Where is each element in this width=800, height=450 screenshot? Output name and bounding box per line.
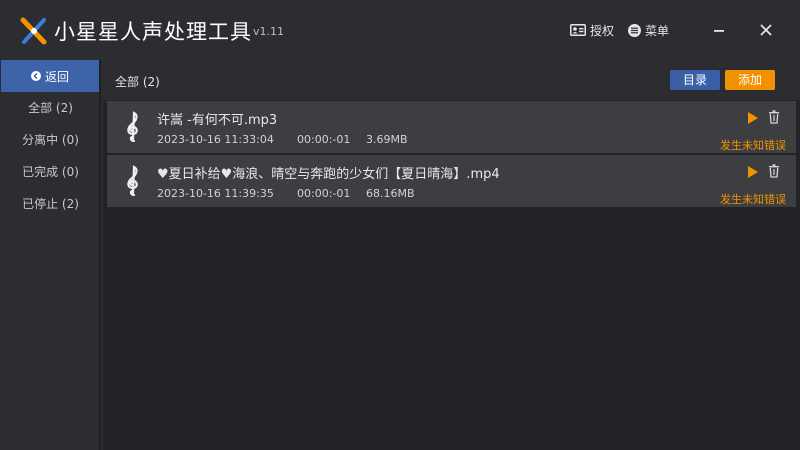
authorize-button[interactable]: 授权 — [570, 21, 614, 39]
file-size: 3.69MB — [366, 133, 408, 146]
app-title: 小星星人声处理工具 — [54, 20, 252, 44]
menu-button[interactable]: 菜单 — [628, 21, 669, 39]
file-date: 2023-10-16 11:39:35 — [157, 187, 274, 200]
sidebar-item-stopped[interactable]: 已停止 (2) — [0, 194, 101, 214]
play-icon[interactable] — [747, 166, 759, 178]
menu-label: 菜单 — [645, 23, 670, 38]
file-row[interactable]: ♥夏日补给♥海浪、晴空与奔跑的少女们【夏日晴海】.mp4 2023-10-16 … — [107, 155, 796, 207]
file-duration: 00:00:-01 — [297, 133, 351, 146]
sidebar-item-completed[interactable]: 已完成 (0) — [0, 162, 101, 182]
file-name: 许嵩 -有何不可.mp3 — [157, 113, 278, 128]
status-text: 发生未知错误 — [720, 193, 786, 206]
trash-icon[interactable] — [768, 164, 780, 178]
trash-icon[interactable] — [768, 110, 780, 124]
filter-label: 全部 (2) — [115, 75, 160, 89]
treble-clef-icon — [127, 165, 138, 197]
play-icon[interactable] — [747, 112, 759, 124]
sidebar-item-all[interactable]: 全部 (2) — [0, 98, 101, 118]
back-arrow-icon — [30, 71, 41, 81]
app-logo-icon — [20, 17, 47, 45]
title-bar: 小星星人声处理工具 v1.11 授权 菜单 — [0, 0, 800, 60]
file-row[interactable]: 许嵩 -有何不可.mp3 2023-10-16 11:33:04 00:00:-… — [107, 101, 796, 153]
list-header: 全部 (2) 目录 添加 — [103, 60, 800, 100]
directory-button[interactable]: 目录 — [670, 70, 720, 90]
file-duration: 00:00:-01 — [297, 187, 351, 200]
add-button[interactable]: 添加 — [725, 70, 775, 90]
id-card-icon — [570, 24, 586, 36]
sidebar: 返回 全部 (2) 分离中 (0) 已完成 (0) 已停止 (2) — [0, 60, 101, 450]
status-text: 发生未知错误 — [720, 139, 786, 152]
app-version: v1.11 — [253, 25, 285, 38]
main-panel: 全部 (2) 目录 添加 许嵩 -有何不可.mp3 2023-10-16 11:… — [103, 60, 800, 450]
back-button[interactable]: 返回 — [1, 60, 99, 92]
close-icon[interactable] — [758, 22, 774, 38]
menu-icon — [628, 23, 641, 37]
authorize-label: 授权 — [590, 23, 615, 38]
back-label: 返回 — [44, 69, 69, 84]
sidebar-item-separating[interactable]: 分离中 (0) — [0, 130, 101, 150]
file-name: ♥夏日补给♥海浪、晴空与奔跑的少女们【夏日晴海】.mp4 — [157, 167, 500, 182]
file-date: 2023-10-16 11:33:04 — [157, 133, 274, 146]
minimize-icon[interactable] — [712, 22, 726, 38]
treble-clef-icon — [127, 111, 138, 143]
file-size: 68.16MB — [366, 187, 415, 200]
